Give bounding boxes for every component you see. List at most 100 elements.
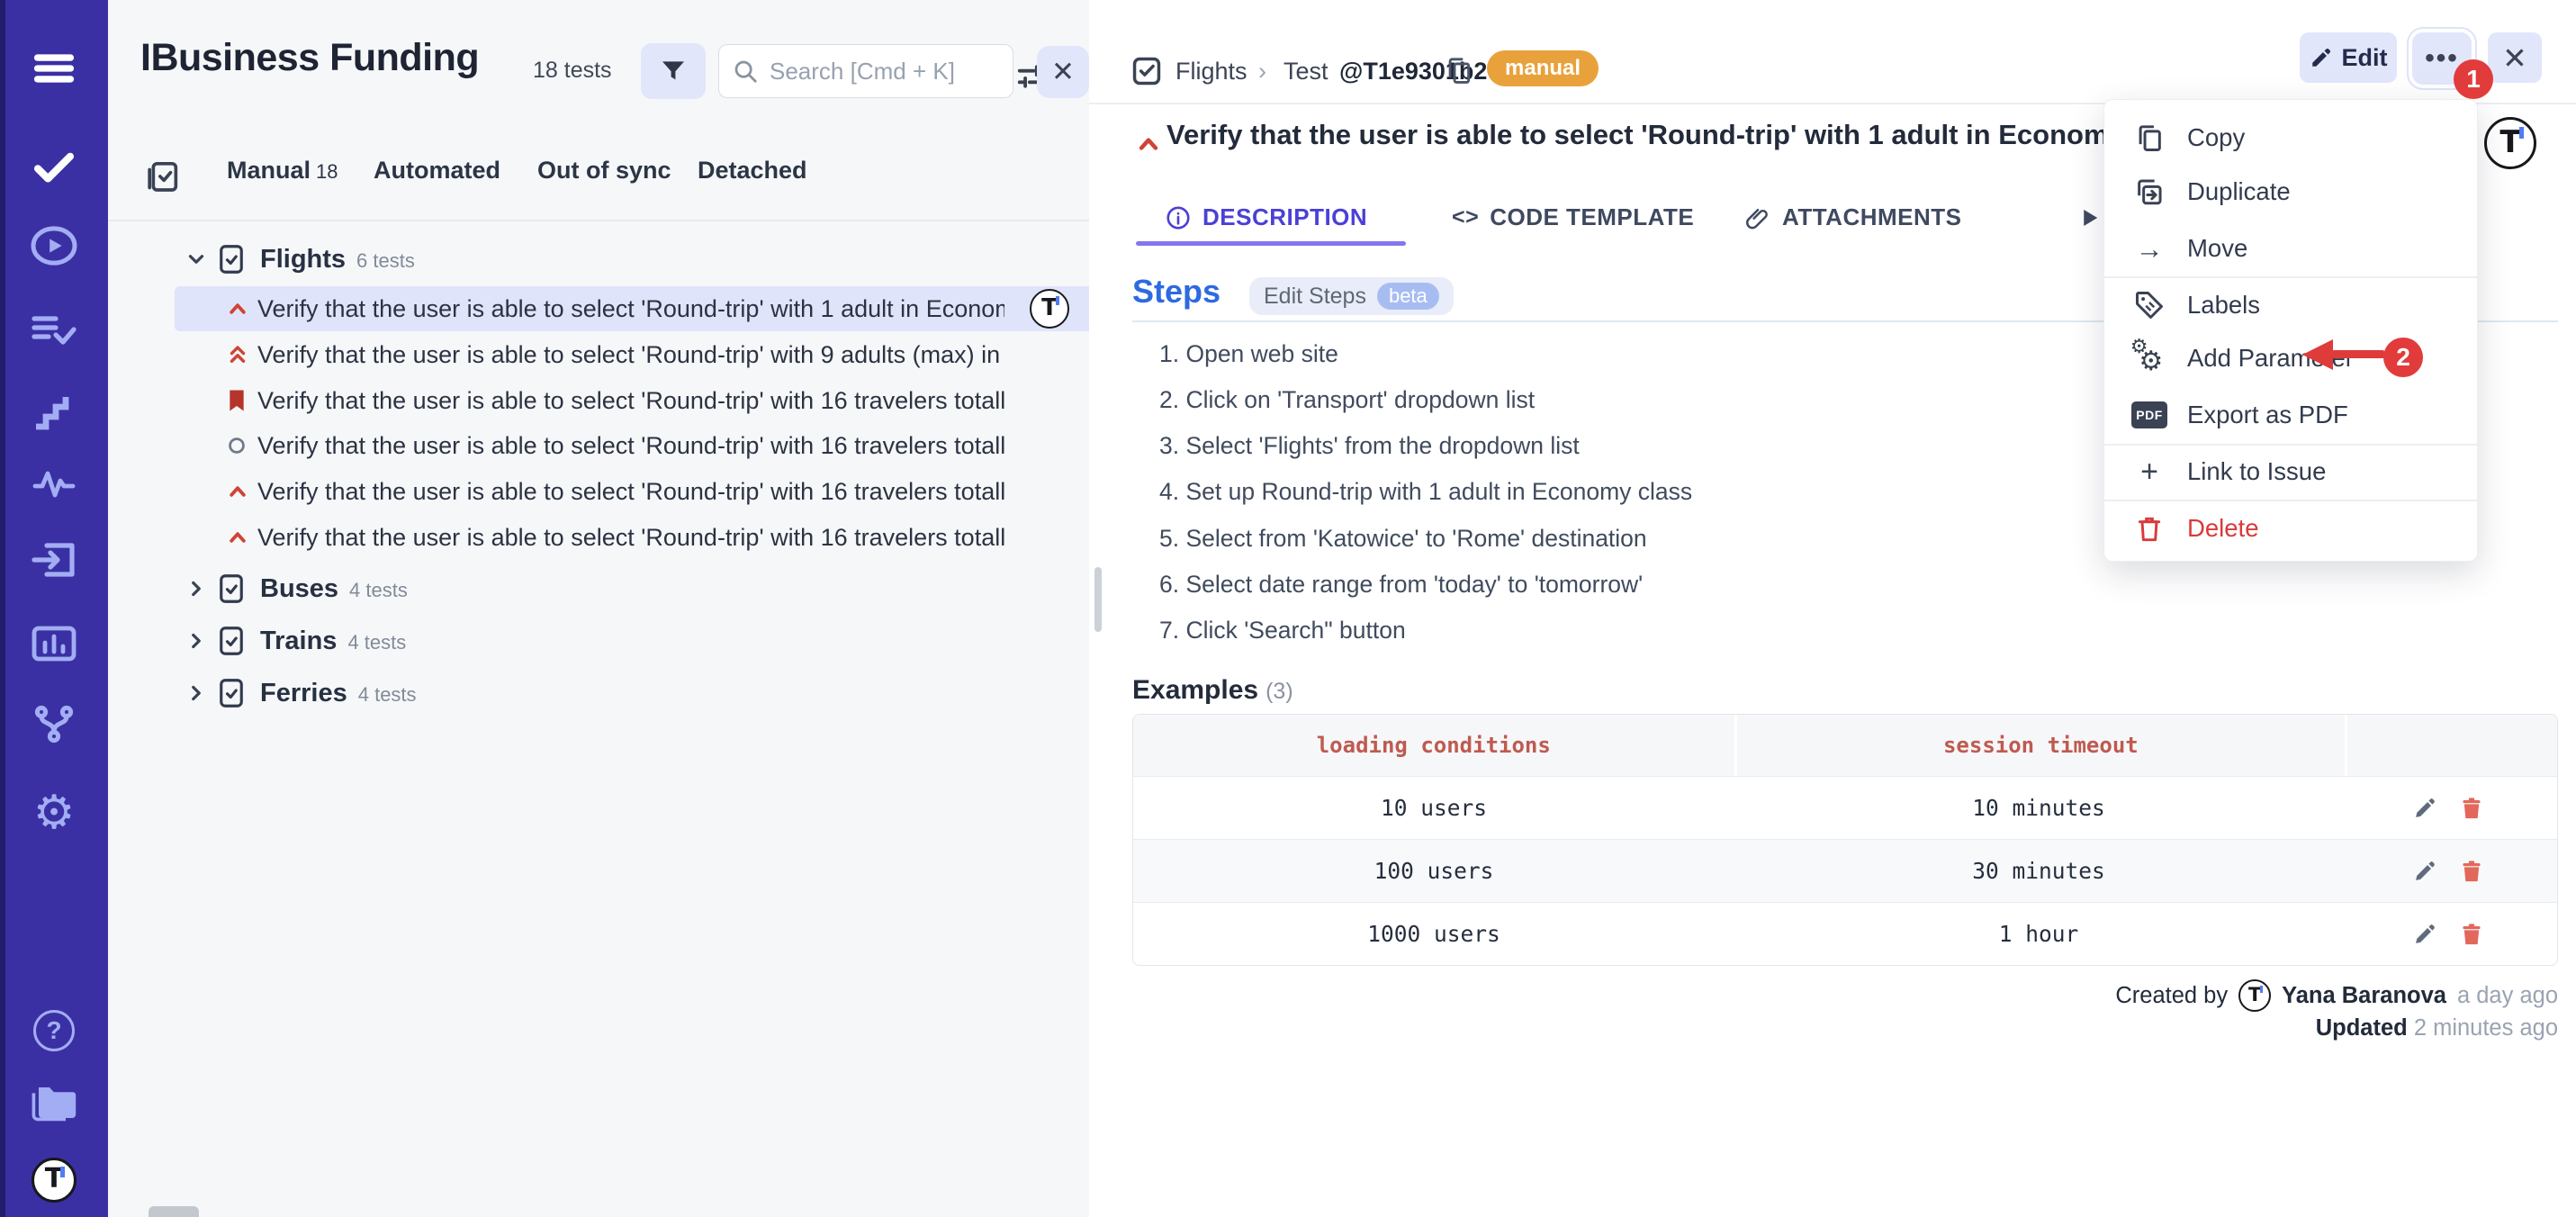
step-item: 5. Select from 'Katowice' to 'Rome' dest… (1159, 525, 1647, 553)
close-detail-button[interactable]: ✕ (2488, 32, 2542, 83)
menu-label: Delete (2187, 514, 2259, 543)
tree-group-flights[interactable]: Flights 6 tests (108, 236, 1089, 283)
tab-manual[interactable]: Manual18 (227, 157, 338, 185)
test-detail-panel: Flights › Test @T1e9301b2 manual Edit ••… (1089, 0, 2576, 1217)
tab-attachments[interactable]: ATTACHMENTS (1744, 203, 1962, 231)
priority-normal-icon (227, 436, 250, 455)
chevron-right-icon[interactable] (185, 629, 208, 653)
test-row[interactable]: Verify that the user is able to select '… (108, 286, 1089, 331)
checklist-icon[interactable] (31, 311, 77, 351)
chevron-down-icon[interactable] (185, 248, 208, 271)
test-row[interactable]: Verify that the user is able to select '… (108, 378, 1089, 423)
search-input[interactable] (770, 58, 986, 86)
testomat-logo[interactable]: T (32, 1158, 77, 1203)
test-row[interactable]: Verify that the user is able to select '… (108, 469, 1089, 514)
copy-id-icon[interactable] (1444, 54, 1474, 91)
edit-steps-button[interactable]: Edit Steps beta (1249, 277, 1454, 315)
suite-doc-icon (215, 625, 248, 657)
horizontal-scrollbar[interactable] (149, 1206, 199, 1217)
menu-item-link-to-issue[interactable]: + Link to Issue (2104, 446, 2477, 498)
chevron-right-icon[interactable] (185, 577, 208, 600)
assignee-avatar-large[interactable]: T (2484, 117, 2536, 169)
examples-heading: Examples(3) (1132, 675, 1293, 706)
tree-group-trains[interactable]: Trains 4 tests (108, 618, 1089, 664)
hamburger-menu-icon[interactable] (31, 45, 77, 92)
menu-item-move[interactable]: → Move (2104, 222, 2477, 275)
code-icon: <> (1452, 204, 1479, 230)
edit-row-icon[interactable] (2412, 922, 2437, 947)
branch-icon[interactable] (32, 702, 76, 745)
tree-group-buses[interactable]: Buses 4 tests (108, 565, 1089, 612)
cell-timeout: 10 minutes (1734, 795, 2343, 821)
beta-badge: beta (1377, 283, 1439, 310)
author-avatar: T (2238, 979, 2271, 1012)
suite-doc-icon (215, 243, 248, 275)
updated-line: Updated 2 minutes ago (2316, 1015, 2558, 1041)
test-row[interactable]: Verify that the user is able to select '… (108, 423, 1089, 468)
menu-item-labels[interactable]: Labels (2104, 279, 2477, 331)
edit-row-icon[interactable] (2412, 796, 2437, 821)
tag-icon (2130, 289, 2169, 321)
page-title: IBusiness Funding (140, 36, 479, 80)
menu-item-delete[interactable]: Delete (2104, 502, 2477, 554)
delete-row-icon[interactable] (2459, 796, 2484, 821)
filter-button[interactable] (641, 43, 706, 99)
test-row[interactable]: Verify that the user is able to select '… (108, 332, 1089, 377)
suite-doc-icon (215, 677, 248, 709)
updated-label: Updated (2316, 1015, 2408, 1041)
tree-group-ferries[interactable]: Ferries 4 tests (108, 670, 1089, 717)
menu-label: Copy (2187, 123, 2245, 152)
play-icon (2079, 207, 2101, 229)
annotation-badge-1: 1 (2454, 59, 2493, 99)
help-icon[interactable]: ? (33, 1010, 75, 1051)
menu-item-duplicate[interactable]: Duplicate (2104, 166, 2477, 218)
bar-chart-icon[interactable] (31, 624, 77, 663)
tab-code-template[interactable]: <> CODE TEMPLATE (1452, 203, 1694, 231)
menu-item-export-pdf[interactable]: PDF Export as PDF (2104, 389, 2477, 441)
menu-item-copy[interactable]: Copy (2104, 112, 2477, 164)
test-title: Verify that the user is able to select '… (257, 295, 1004, 323)
tests-check-icon[interactable] (30, 142, 78, 191)
projects-folder-icon[interactable] (30, 1080, 78, 1122)
import-icon[interactable] (31, 538, 77, 581)
menu-label: Export as PDF (2187, 401, 2348, 429)
table-row: 10 users 10 minutes (1133, 776, 2557, 839)
table-row: 1000 users 1 hour (1133, 902, 2557, 965)
cell-loading: 10 users (1133, 795, 1734, 821)
activity-pulse-icon[interactable] (32, 468, 77, 500)
gear-icon[interactable]: ⚙ (33, 789, 76, 836)
edit-button[interactable]: Edit (2300, 32, 2397, 83)
chevron-right-icon[interactable] (185, 681, 208, 705)
app-sidebar: ⚙ ? T (0, 0, 108, 1217)
delete-row-icon[interactable] (2459, 922, 2484, 947)
breadcrumb-section[interactable]: Flights (1175, 58, 1247, 86)
tab-detached[interactable]: Detached (698, 157, 807, 185)
pdf-icon: PDF (2130, 401, 2169, 428)
column-header: session timeout (1737, 715, 2346, 776)
delete-row-icon[interactable] (2459, 859, 2484, 884)
edit-row-icon[interactable] (2412, 859, 2437, 884)
step-item: 6. Select date range from 'today' to 'to… (1159, 571, 1643, 599)
tab-count: 18 (316, 160, 338, 183)
step-item: 4. Set up Round-trip with 1 adult in Eco… (1159, 478, 1692, 506)
manual-badge: manual (1487, 50, 1599, 86)
group-count: 4 tests (358, 683, 417, 707)
move-arrow-icon: → (2130, 235, 2169, 263)
close-panel-button[interactable]: ✕ (1037, 46, 1089, 98)
vertical-scrollbar[interactable] (1094, 567, 1102, 632)
steps-stairs-icon[interactable] (32, 392, 76, 432)
context-menu: Copy Duplicate → Move Labels ⚙⚙ Add Para… (2103, 99, 2478, 562)
tab-out-of-sync[interactable]: Out of sync (537, 157, 671, 185)
test-doc-icon (1130, 54, 1164, 93)
test-title: Verify that the user is able to select '… (257, 524, 1004, 552)
gears-icon: ⚙⚙ (2130, 345, 2169, 372)
select-tests-icon[interactable] (146, 158, 182, 194)
runs-play-icon[interactable] (30, 225, 78, 266)
search-box[interactable] (718, 44, 1013, 98)
test-row[interactable]: Verify that the user is able to select '… (108, 515, 1089, 560)
created-by-label: Created by (2115, 983, 2228, 1009)
tab-description[interactable]: DESCRIPTION (1165, 203, 1367, 231)
menu-label: Link to Issue (2187, 457, 2326, 486)
breadcrumb-test-label: Test (1283, 58, 1329, 86)
tab-automated[interactable]: Automated (374, 157, 500, 185)
